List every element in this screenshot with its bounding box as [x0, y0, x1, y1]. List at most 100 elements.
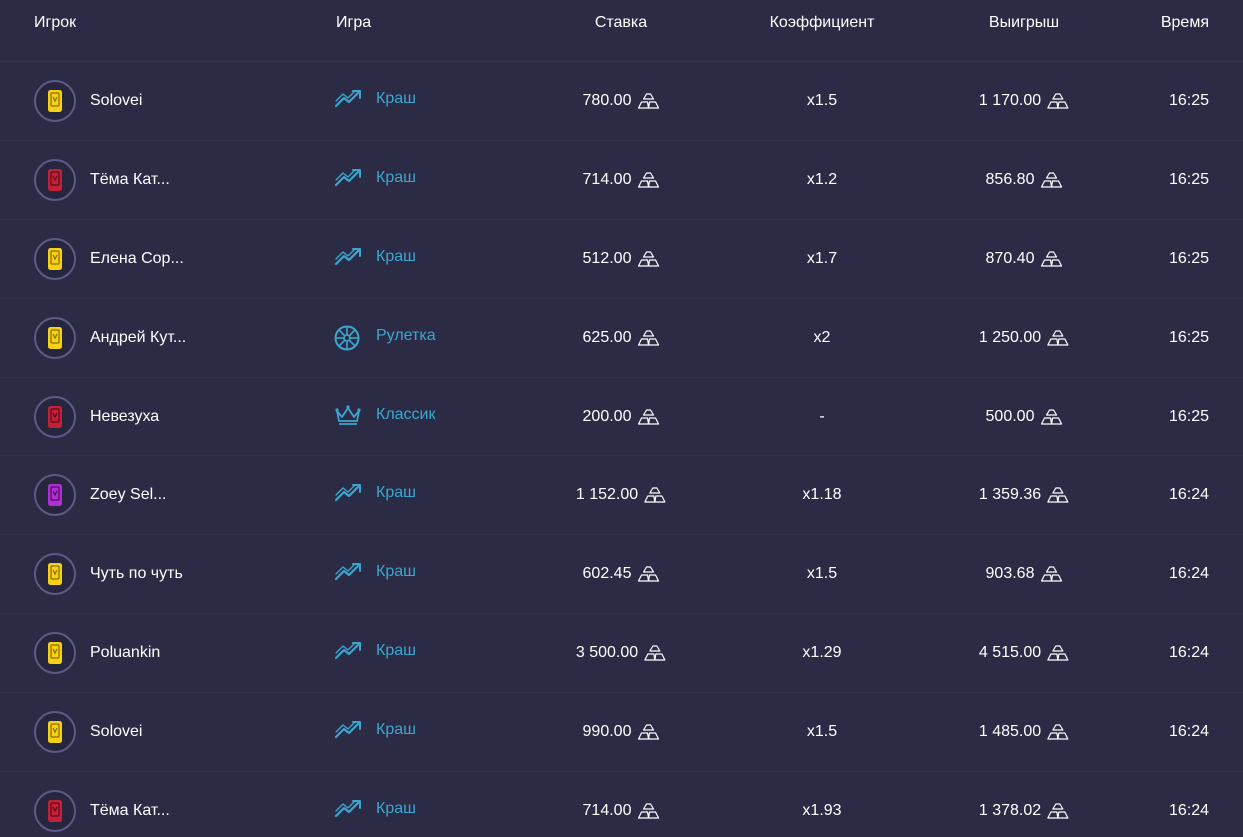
player-name[interactable]: Solovei [90, 92, 142, 110]
rank-badge-icon [48, 326, 62, 349]
table-row: Poluankin Краш 3 500.00 x1.29 4 515.00 1… [0, 614, 1243, 694]
currency-ingot-icon [637, 803, 660, 819]
rank-badge-icon [48, 168, 62, 191]
coefficient: x1.93 [802, 802, 842, 820]
bet-time: 16:24 [1168, 565, 1209, 583]
bet-value: 625.00 [582, 328, 632, 346]
game-link[interactable]: Краш [334, 561, 416, 587]
avatar[interactable] [34, 316, 76, 359]
player-name[interactable]: Тёма Кат... [90, 802, 170, 820]
avatar[interactable] [34, 553, 76, 596]
game-link[interactable]: Краш [334, 482, 416, 508]
game-link[interactable]: Краш [334, 88, 416, 114]
crash-chart-icon [334, 798, 364, 824]
win-value: 1 359.36 [978, 486, 1042, 504]
game-name[interactable]: Краш [376, 90, 416, 108]
game-name[interactable]: Классик [376, 406, 436, 424]
avatar[interactable] [34, 237, 76, 280]
bet-value: 1 152.00 [575, 486, 639, 504]
coefficient: x1.2 [806, 170, 838, 188]
game-name[interactable]: Краш [376, 563, 416, 581]
avatar[interactable] [34, 632, 76, 675]
game-name[interactable]: Краш [376, 484, 416, 502]
player-name[interactable]: Poluankin [90, 644, 160, 662]
win-value: 903.68 [985, 565, 1035, 583]
game-link[interactable]: Классик [334, 404, 436, 430]
crash-chart-icon [334, 88, 364, 114]
header-game: Игра [336, 14, 372, 31]
crash-chart-icon [334, 640, 364, 666]
crash-chart-icon [334, 167, 364, 193]
crown-icon [334, 404, 364, 430]
currency-ingot-icon [637, 330, 660, 346]
win-value: 870.40 [985, 249, 1035, 267]
header-player: Игрок [34, 14, 77, 31]
game-name[interactable]: Краш [376, 169, 416, 187]
bet-amount: 3 500.00 [576, 644, 666, 662]
game-name[interactable]: Рулетка [376, 327, 436, 345]
avatar[interactable] [34, 711, 76, 754]
player-name[interactable]: Андрей Кут... [90, 329, 186, 347]
player-name[interactable]: Тёма Кат... [90, 171, 170, 189]
table-row: Чуть по чуть Краш 602.45 x1.5 903.68 16:… [0, 535, 1243, 615]
player-name[interactable]: Елена Сор... [90, 250, 184, 268]
table-row: Тёма Кат... Краш 714.00 x1.93 1 378.02 1… [0, 772, 1243, 837]
game-link[interactable]: Краш [334, 167, 416, 193]
coefficient: x1.29 [802, 644, 842, 662]
bet-time: 16:24 [1168, 486, 1209, 504]
crash-chart-icon [334, 246, 364, 272]
currency-ingot-icon [1047, 645, 1069, 661]
table-row: Елена Сор... Краш 512.00 x1.7 870.40 16:… [0, 220, 1243, 299]
bet-amount: 714.00 [583, 171, 660, 189]
game-name[interactable]: Краш [376, 642, 416, 660]
game-link[interactable]: Рулетка [334, 325, 436, 351]
coefficient: x1.5 [806, 565, 838, 583]
win-amount: 1 250.00 [979, 329, 1069, 347]
bet-amount: 1 152.00 [576, 486, 666, 504]
avatar[interactable] [34, 80, 76, 122]
rank-badge-icon [48, 90, 62, 112]
bet-time: 16:25 [1168, 328, 1209, 346]
bet-value: 3 500.00 [575, 644, 639, 662]
bet-value: 714.00 [582, 170, 632, 188]
header-win: Выигрыш [988, 14, 1060, 31]
currency-ingot-icon [644, 487, 666, 504]
avatar[interactable] [34, 790, 76, 833]
bet-time: 16:24 [1168, 802, 1209, 820]
player-name[interactable]: Solovei [90, 723, 142, 741]
avatar[interactable] [34, 395, 76, 438]
rank-badge-icon [48, 800, 62, 823]
currency-ingot-icon [637, 251, 660, 267]
game-name[interactable]: Краш [376, 721, 416, 739]
bet-value: 512.00 [582, 249, 632, 267]
bet-time: 16:25 [1168, 92, 1209, 109]
rank-badge-icon [48, 721, 62, 744]
player-name[interactable]: Zoey Sel... [90, 486, 166, 504]
currency-ingot-icon [644, 645, 666, 661]
bet-time: 16:24 [1168, 644, 1209, 662]
player-name[interactable]: Чуть по чуть [90, 565, 183, 583]
avatar[interactable] [34, 158, 76, 201]
rank-badge-icon [48, 563, 62, 586]
win-amount: 1 359.36 [979, 486, 1069, 504]
avatar[interactable] [34, 474, 76, 517]
table-header: Игрок Игра Ставка Коэффициент Выигрыш Вр… [0, 0, 1243, 62]
game-name[interactable]: Краш [376, 800, 416, 818]
game-link[interactable]: Краш [334, 719, 416, 745]
win-value: 4 515.00 [978, 644, 1042, 662]
currency-ingot-icon [1040, 172, 1063, 188]
table-row: Тёма Кат... Краш 714.00 x1.2 856.80 16:2… [0, 141, 1243, 220]
win-amount: 500.00 [986, 408, 1063, 426]
crash-chart-icon [334, 719, 364, 745]
coefficient: x1.5 [806, 723, 838, 741]
game-link[interactable]: Краш [334, 798, 416, 824]
game-name[interactable]: Краш [376, 248, 416, 266]
game-link[interactable]: Краш [334, 246, 416, 272]
win-amount: 1 378.02 [979, 802, 1069, 820]
bet-amount: 512.00 [583, 250, 660, 268]
win-amount: 870.40 [986, 250, 1063, 268]
player-name[interactable]: Невезуха [90, 408, 159, 426]
game-link[interactable]: Краш [334, 640, 416, 666]
rank-badge-icon [48, 642, 62, 665]
bet-amount: 990.00 [583, 723, 660, 741]
